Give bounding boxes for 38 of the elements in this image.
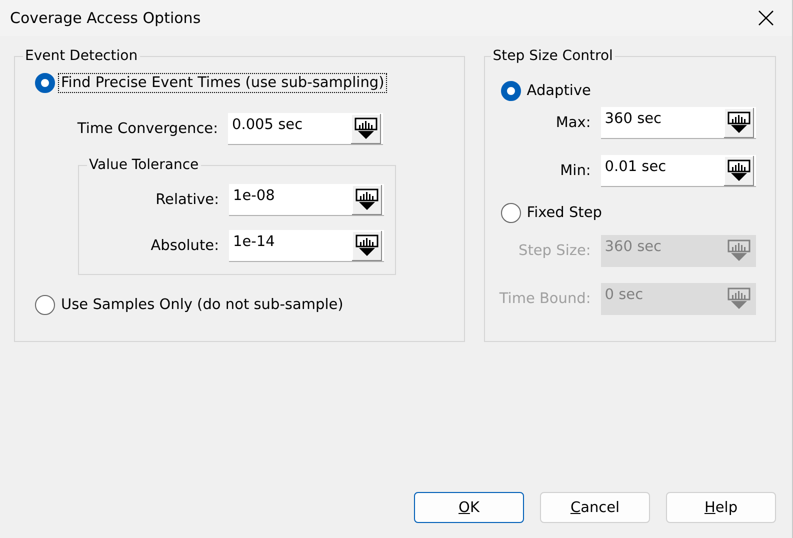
input-field[interactable]: 360 sec [600,107,756,139]
radio-label[interactable]: Fixed Step [524,204,604,222]
field-label: Absolute: [150,238,220,254]
spin-button[interactable] [724,156,754,186]
window-title: Coverage Access Options [10,9,201,27]
field-label: Step Size: [518,243,592,259]
input-field[interactable]: 0.005 sec [228,113,383,145]
radio-label[interactable]: Use Samples Only (do not sub-sample) [59,296,346,314]
input-field[interactable]: 1e-08 [229,184,384,216]
field-label: Time Bound: [498,291,592,307]
radio-button[interactable] [500,203,521,223]
spin-button[interactable] [352,184,382,214]
spin-button[interactable] [351,114,381,144]
spin-button[interactable] [724,108,754,138]
chart-arrow-icon [354,116,378,140]
spin-button[interactable] [352,230,382,260]
chart-arrow-icon [355,234,379,258]
group-title: Step Size Control [490,47,615,65]
input-field[interactable]: 1e-14 [229,230,384,262]
dialog-button[interactable]: OK [414,492,524,523]
chart-arrow-icon [355,188,379,212]
chart-arrow-icon [726,238,751,262]
radio-button[interactable] [500,81,521,101]
field-label: Max: [554,115,592,131]
chart-arrow-icon [726,158,751,182]
close-icon [758,10,774,26]
dialog-button[interactable]: Cancel [540,492,650,523]
dialog-button[interactable]: Help [666,492,776,523]
chart-arrow-icon [726,286,751,310]
field-label: Time Convergence: [76,121,219,137]
radio-button[interactable] [35,295,55,315]
radio-label[interactable]: Adaptive [524,82,593,100]
chart-arrow-icon [726,110,751,134]
field-label: Min: [559,163,592,179]
radio-button[interactable] [35,73,55,93]
field-label: Relative: [154,192,220,208]
radio-label[interactable]: Find Precise Event Times (use sub-sampling) [59,74,386,92]
input-field[interactable]: 0.01 sec [600,155,756,187]
